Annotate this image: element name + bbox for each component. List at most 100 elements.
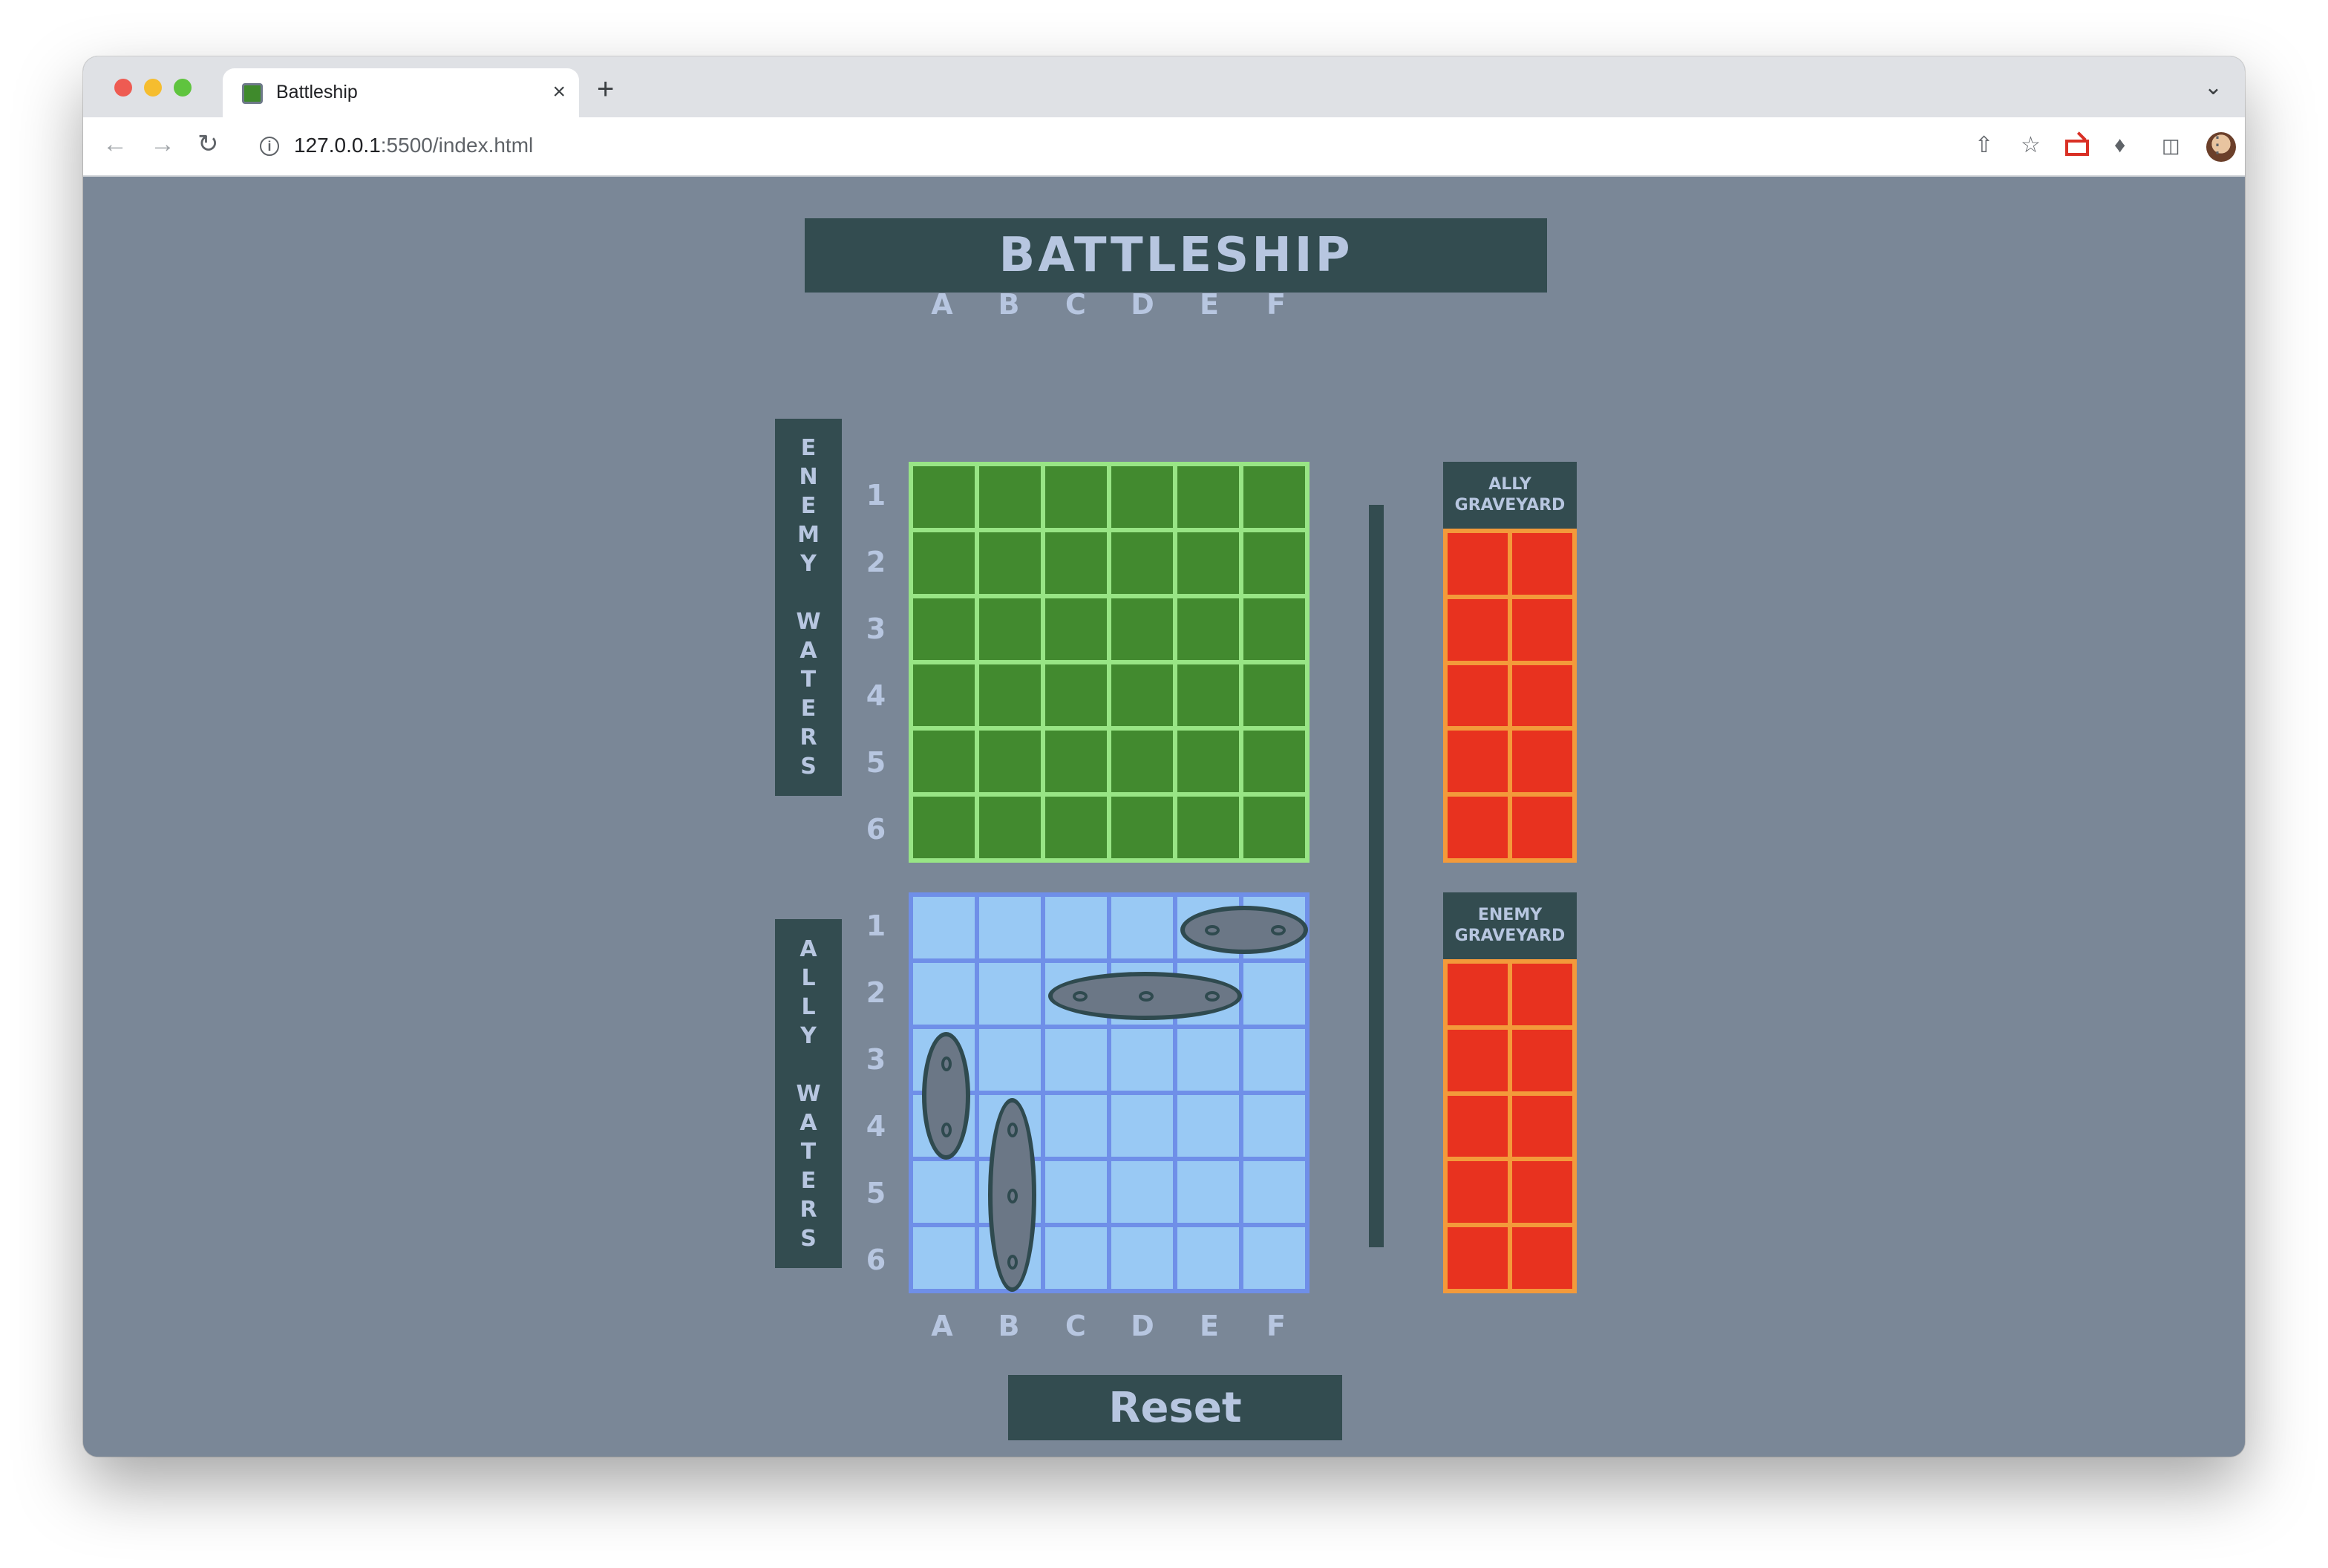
enemy-graveyard-slot xyxy=(1512,1227,1572,1289)
ally-cell-D4[interactable] xyxy=(1111,1095,1173,1157)
enemy-cell-F4[interactable] xyxy=(1243,664,1305,726)
sidepanel-icon[interactable]: ◫ xyxy=(2162,131,2180,160)
ally-cell-C1[interactable] xyxy=(1045,897,1107,958)
ally-cell-C6[interactable] xyxy=(1045,1227,1107,1289)
enemy-cell-C5[interactable] xyxy=(1045,731,1107,792)
ally-cell-C3[interactable] xyxy=(1045,1029,1107,1091)
enemy-cell-F6[interactable] xyxy=(1243,797,1305,858)
enemy-cell-D5[interactable] xyxy=(1111,731,1173,792)
enemy-cell-F3[interactable] xyxy=(1243,598,1305,660)
enemy-cell-A1[interactable] xyxy=(913,466,975,528)
enemy-cell-E6[interactable] xyxy=(1177,797,1239,858)
column-label: D xyxy=(1131,288,1154,321)
enemy-cell-B3[interactable] xyxy=(979,598,1041,660)
ally-cell-C5[interactable] xyxy=(1045,1161,1107,1223)
ally-cell-A2[interactable] xyxy=(913,963,975,1025)
ally-cell-E6[interactable] xyxy=(1177,1227,1239,1289)
ally-cell-F2[interactable] xyxy=(1243,963,1305,1025)
enemy-cell-F5[interactable] xyxy=(1243,731,1305,792)
enemy-cell-A2[interactable] xyxy=(913,532,975,594)
enemy-cell-D1[interactable] xyxy=(1111,466,1173,528)
enemy-cell-E5[interactable] xyxy=(1177,731,1239,792)
minimize-window-button[interactable] xyxy=(144,79,162,97)
ally-cell-F6[interactable] xyxy=(1243,1227,1305,1289)
enemy-graveyard-header: ENEMY GRAVEYARD xyxy=(1443,892,1577,959)
reload-icon[interactable]: ↻ xyxy=(197,129,219,159)
enemy-cell-F2[interactable] xyxy=(1243,532,1305,594)
enemy-cell-E2[interactable] xyxy=(1177,532,1239,594)
enemy-cell-E1[interactable] xyxy=(1177,466,1239,528)
ally-cell-E3[interactable] xyxy=(1177,1029,1239,1091)
back-arrow-icon[interactable]: ← xyxy=(102,129,128,159)
enemy-cell-C2[interactable] xyxy=(1045,532,1107,594)
label-letter: A xyxy=(800,1109,817,1136)
close-window-button[interactable] xyxy=(114,79,132,97)
enemy-cell-C4[interactable] xyxy=(1045,664,1107,726)
gmail-icon[interactable] xyxy=(2065,140,2089,156)
ally-cell-B2[interactable] xyxy=(979,963,1041,1025)
ally-cell-B3[interactable] xyxy=(979,1029,1041,1091)
ally-cell-B1[interactable] xyxy=(979,897,1041,958)
ally-cell-D6[interactable] xyxy=(1111,1227,1173,1289)
new-tab-button[interactable]: + xyxy=(597,74,614,104)
info-icon[interactable]: i xyxy=(260,137,279,156)
enemy-cell-A6[interactable] xyxy=(913,797,975,858)
ally-cell-D5[interactable] xyxy=(1111,1161,1173,1223)
enemy-cell-B2[interactable] xyxy=(979,532,1041,594)
enemy-cell-E4[interactable] xyxy=(1177,664,1239,726)
ally-cell-A6[interactable] xyxy=(913,1227,975,1289)
ally-graveyard-slot xyxy=(1448,664,1508,727)
ally-cell-E4[interactable] xyxy=(1177,1095,1239,1157)
ally-cell-E5[interactable] xyxy=(1177,1161,1239,1223)
share-icon[interactable]: ⇧ xyxy=(1975,131,1993,160)
row-labels-ally: 1 2 3 4 5 6 xyxy=(860,892,892,1293)
star-icon[interactable]: ☆ xyxy=(2021,131,2041,160)
maximize-window-button[interactable] xyxy=(174,79,192,97)
label-letter: T xyxy=(800,667,817,693)
enemy-cell-C3[interactable] xyxy=(1045,598,1107,660)
row-label: 6 xyxy=(866,1244,886,1276)
enemy-graveyard xyxy=(1443,959,1577,1293)
enemy-cell-D3[interactable] xyxy=(1111,598,1173,660)
ship-E1-F1[interactable] xyxy=(1180,906,1308,954)
ally-cell-A5[interactable] xyxy=(913,1161,975,1223)
enemy-cell-A3[interactable] xyxy=(913,598,975,660)
address-bar[interactable]: 127.0.0.1:5500/index.html xyxy=(294,131,533,160)
ally-cell-F3[interactable] xyxy=(1243,1029,1305,1091)
ally-cell-D1[interactable] xyxy=(1111,897,1173,958)
kebab-menu-icon[interactable]: ⋮ xyxy=(2206,131,2229,160)
extensions-icon[interactable]: ♦ xyxy=(2114,131,2125,160)
forward-arrow-icon[interactable]: → xyxy=(150,129,175,159)
enemy-cell-D6[interactable] xyxy=(1111,797,1173,858)
enemy-cell-D4[interactable] xyxy=(1111,664,1173,726)
enemy-cell-D2[interactable] xyxy=(1111,532,1173,594)
row-label: 5 xyxy=(866,1177,886,1209)
enemy-cell-B4[interactable] xyxy=(979,664,1041,726)
enemy-cell-B1[interactable] xyxy=(979,466,1041,528)
ally-cell-A1[interactable] xyxy=(913,897,975,958)
enemy-cell-A5[interactable] xyxy=(913,731,975,792)
tab-search-icon[interactable]: ⌄ xyxy=(2204,74,2223,100)
ally-cell-F4[interactable] xyxy=(1243,1095,1305,1157)
enemy-cell-C1[interactable] xyxy=(1045,466,1107,528)
column-label: E xyxy=(1200,288,1219,321)
ally-cell-D3[interactable] xyxy=(1111,1029,1173,1091)
ship-C2-E2[interactable] xyxy=(1048,972,1242,1020)
enemy-cell-C6[interactable] xyxy=(1045,797,1107,858)
enemy-cell-F1[interactable] xyxy=(1243,466,1305,528)
ally-cell-C4[interactable] xyxy=(1045,1095,1107,1157)
reset-button[interactable]: Reset xyxy=(1008,1375,1342,1440)
ship-B4-B6[interactable] xyxy=(988,1098,1036,1292)
tab-close-icon[interactable]: × xyxy=(552,79,566,105)
label-letter: L xyxy=(801,993,816,1020)
enemy-cell-B5[interactable] xyxy=(979,731,1041,792)
enemy-cell-A4[interactable] xyxy=(913,664,975,726)
ship-A3-A4[interactable] xyxy=(922,1032,970,1160)
ally-cell-F5[interactable] xyxy=(1243,1161,1305,1223)
enemy-cell-E3[interactable] xyxy=(1177,598,1239,660)
enemy-cell-B6[interactable] xyxy=(979,797,1041,858)
row-labels-enemy: 1 2 3 4 5 6 xyxy=(860,462,892,863)
ship-porthole xyxy=(1270,924,1286,935)
tab-battleship[interactable]: Battleship × xyxy=(223,68,579,117)
ally-graveyard-slot xyxy=(1512,533,1572,595)
